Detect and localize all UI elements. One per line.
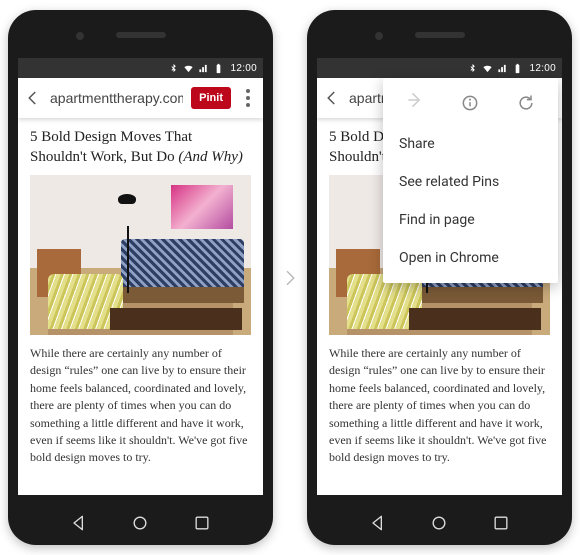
back-icon[interactable]: [24, 89, 42, 107]
article-headline: 5 Bold Design Moves That Shouldn't Work,…: [30, 128, 251, 167]
comparison-chevron-icon: [279, 267, 301, 289]
battery-icon: [512, 63, 523, 74]
nav-back-icon[interactable]: [368, 513, 388, 533]
overflow-menu-icon-row: [383, 80, 558, 125]
back-icon[interactable]: [323, 89, 341, 107]
url-bar: apartmenttherapy.com Pinit: [18, 78, 263, 118]
wifi-icon: [183, 63, 194, 74]
headline-plain: 5 Bold Design Moves That Shouldn't Work,…: [30, 129, 192, 165]
android-navbar: [307, 513, 572, 533]
hero-image: [30, 175, 251, 335]
url-text[interactable]: apartmenttherapy.com: [50, 90, 183, 106]
headline-italic: (And Why): [178, 149, 243, 165]
earpiece: [116, 32, 166, 38]
phone-right: 12:00 apartm Share See related Pins Find…: [307, 10, 572, 545]
forward-icon[interactable]: [405, 90, 425, 110]
screen-right: 12:00 apartm Share See related Pins Find…: [317, 58, 562, 495]
nav-home-icon[interactable]: [429, 513, 449, 533]
article-content: 5 Bold Design Moves That Shouldn't Work,…: [18, 118, 263, 495]
wifi-icon: [482, 63, 493, 74]
refresh-icon[interactable]: [516, 93, 536, 113]
screen-left: 12:00 apartmenttherapy.com Pinit 5 Bold …: [18, 58, 263, 495]
signal-icon: [497, 63, 508, 74]
nav-home-icon[interactable]: [130, 513, 150, 533]
bluetooth-icon: [168, 63, 179, 74]
article-body: While there are certainly any number of …: [329, 345, 550, 467]
phone-left: 12:00 apartmenttherapy.com Pinit 5 Bold …: [8, 10, 273, 545]
status-bar: 12:00: [317, 58, 562, 78]
sensor-dot: [76, 32, 84, 40]
clock: 12:00: [230, 63, 257, 74]
info-icon[interactable]: [460, 93, 480, 113]
article-body: While there are certainly any number of …: [30, 345, 251, 467]
sensor-dot: [375, 32, 383, 40]
overflow-menu-button[interactable]: [239, 89, 257, 107]
signal-icon: [198, 63, 209, 74]
menu-item-find-in-page[interactable]: Find in page: [383, 201, 558, 239]
nav-recents-icon[interactable]: [192, 513, 212, 533]
menu-item-share[interactable]: Share: [383, 125, 558, 163]
nav-recents-icon[interactable]: [491, 513, 511, 533]
battery-icon: [213, 63, 224, 74]
android-navbar: [8, 513, 273, 533]
clock: 12:00: [529, 63, 556, 74]
menu-item-open-in-chrome[interactable]: Open in Chrome: [383, 239, 558, 277]
overflow-menu: Share See related Pins Find in page Open…: [383, 78, 558, 283]
pinit-button[interactable]: Pinit: [191, 87, 231, 109]
menu-item-related-pins[interactable]: See related Pins: [383, 163, 558, 201]
earpiece: [415, 32, 465, 38]
bluetooth-icon: [467, 63, 478, 74]
status-bar: 12:00: [18, 58, 263, 78]
nav-back-icon[interactable]: [69, 513, 89, 533]
